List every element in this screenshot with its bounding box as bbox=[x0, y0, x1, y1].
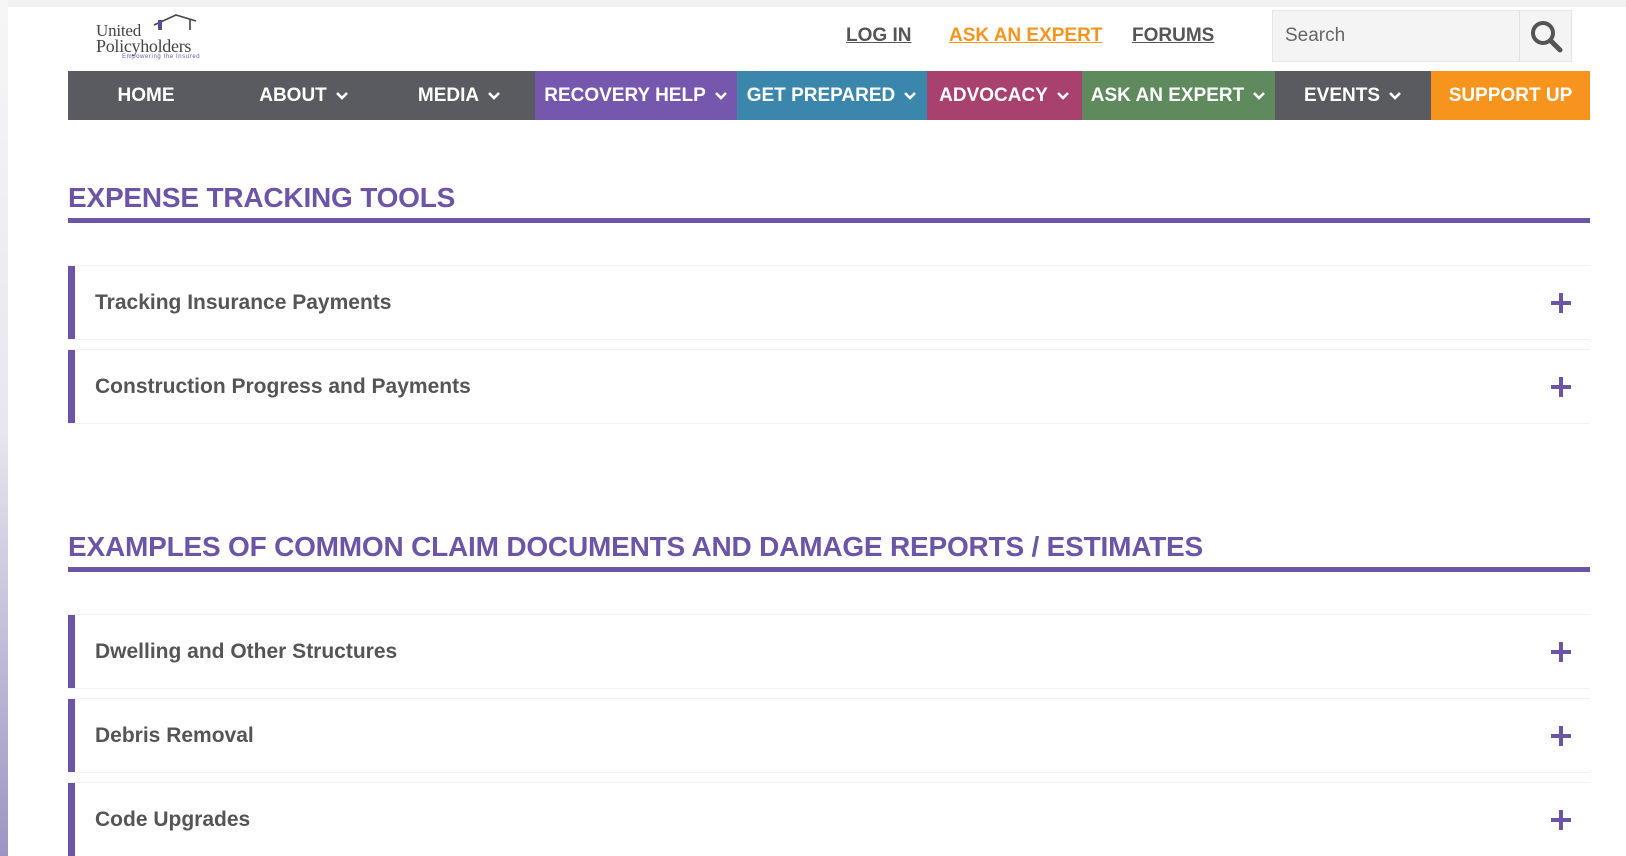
chevron-down-icon bbox=[904, 91, 917, 100]
forums-link[interactable]: FORUMS bbox=[1132, 25, 1214, 47]
plus-icon[interactable] bbox=[1550, 292, 1572, 314]
accordion-label: Debris Removal bbox=[95, 723, 254, 747]
section-divider bbox=[68, 218, 1590, 223]
accordion-label: Construction Progress and Payments bbox=[95, 374, 471, 398]
plus-icon[interactable] bbox=[1550, 725, 1572, 747]
chevron-down-icon bbox=[1389, 91, 1401, 100]
section-divider bbox=[68, 567, 1590, 572]
nav-item-about[interactable]: ABOUT bbox=[224, 71, 384, 120]
chevron-down-icon bbox=[335, 91, 348, 100]
nav-item-recovery-help[interactable]: RECOVERY HELP bbox=[535, 71, 737, 120]
nav-item-get-prepared[interactable]: GET PREPARED bbox=[737, 71, 927, 120]
page-edge-gradient bbox=[0, 0, 8, 856]
accordion-item-code-upgrades[interactable]: Code Upgrades bbox=[68, 782, 1590, 856]
chevron-down-icon bbox=[1056, 91, 1069, 100]
chevron-down-icon bbox=[714, 91, 727, 100]
nav-item-ask-an-expert[interactable]: ASK AN EXPERT bbox=[1082, 71, 1275, 120]
search-input[interactable] bbox=[1273, 11, 1519, 61]
accordion-accent-bar bbox=[68, 266, 75, 339]
nav-item-label: ASK AN EXPERT bbox=[1090, 84, 1245, 106]
accordion-accent-bar bbox=[68, 783, 75, 856]
main-nav: HOME ABOUT MEDIA RECOVERY HELP GET PREPA… bbox=[68, 71, 1590, 120]
accordion-item-construction-progress[interactable]: Construction Progress and Payments bbox=[68, 349, 1590, 424]
nav-item-events[interactable]: EVENTS bbox=[1275, 71, 1431, 120]
accordion-item-debris-removal[interactable]: Debris Removal bbox=[68, 698, 1590, 773]
accordion-label: Dwelling and Other Structures bbox=[95, 639, 398, 663]
logo-tagline: Empowering the Insured bbox=[122, 54, 201, 60]
login-link[interactable]: LOG IN bbox=[846, 25, 911, 47]
accordion-accent-bar bbox=[68, 350, 75, 423]
search-button[interactable] bbox=[1519, 11, 1571, 61]
nav-item-label: ADVOCACY bbox=[939, 84, 1048, 106]
nav-item-label: ABOUT bbox=[259, 84, 327, 106]
section-title-expense-tracking: EXPENSE TRACKING TOOLS bbox=[68, 182, 456, 213]
chevron-down-icon bbox=[488, 91, 501, 100]
accordion-item-dwelling[interactable]: Dwelling and Other Structures bbox=[68, 614, 1590, 689]
search-icon bbox=[1530, 21, 1562, 53]
accordion-accent-bar bbox=[68, 699, 75, 772]
nav-item-media[interactable]: MEDIA bbox=[384, 71, 535, 120]
nav-item-label: EVENTS bbox=[1303, 84, 1381, 106]
plus-icon[interactable] bbox=[1550, 376, 1572, 398]
nav-item-home[interactable]: HOME bbox=[68, 71, 224, 120]
accordion-label: Code Upgrades bbox=[95, 807, 251, 831]
nav-item-label: GET PREPARED bbox=[746, 84, 896, 106]
nav-item-support-up[interactable]: SUPPORT UP bbox=[1431, 71, 1590, 120]
page: United Policyholders Empowering the Insu… bbox=[8, 7, 1626, 856]
accordion-label: Tracking Insurance Payments bbox=[95, 290, 392, 314]
plus-icon[interactable] bbox=[1550, 809, 1572, 831]
chevron-down-icon bbox=[1253, 91, 1266, 100]
ask-an-expert-link[interactable]: ASK AN EXPERT bbox=[949, 25, 1102, 47]
section-title-claim-documents: EXAMPLES OF COMMON CLAIM DOCUMENTS AND D… bbox=[68, 531, 1204, 562]
plus-icon[interactable] bbox=[1550, 641, 1572, 663]
site-logo[interactable]: United Policyholders Empowering the Insu… bbox=[88, 11, 218, 63]
nav-item-label: HOME bbox=[117, 84, 175, 106]
nav-item-label: SUPPORT UP bbox=[1448, 84, 1573, 106]
nav-item-label: RECOVERY HELP bbox=[544, 84, 706, 106]
accordion-accent-bar bbox=[68, 615, 75, 688]
accordion-item-tracking-insurance-payments[interactable]: Tracking Insurance Payments bbox=[68, 265, 1590, 340]
search-box bbox=[1272, 10, 1572, 62]
nav-item-advocacy[interactable]: ADVOCACY bbox=[927, 71, 1082, 120]
house-icon bbox=[153, 14, 197, 30]
nav-item-label: MEDIA bbox=[417, 84, 480, 106]
